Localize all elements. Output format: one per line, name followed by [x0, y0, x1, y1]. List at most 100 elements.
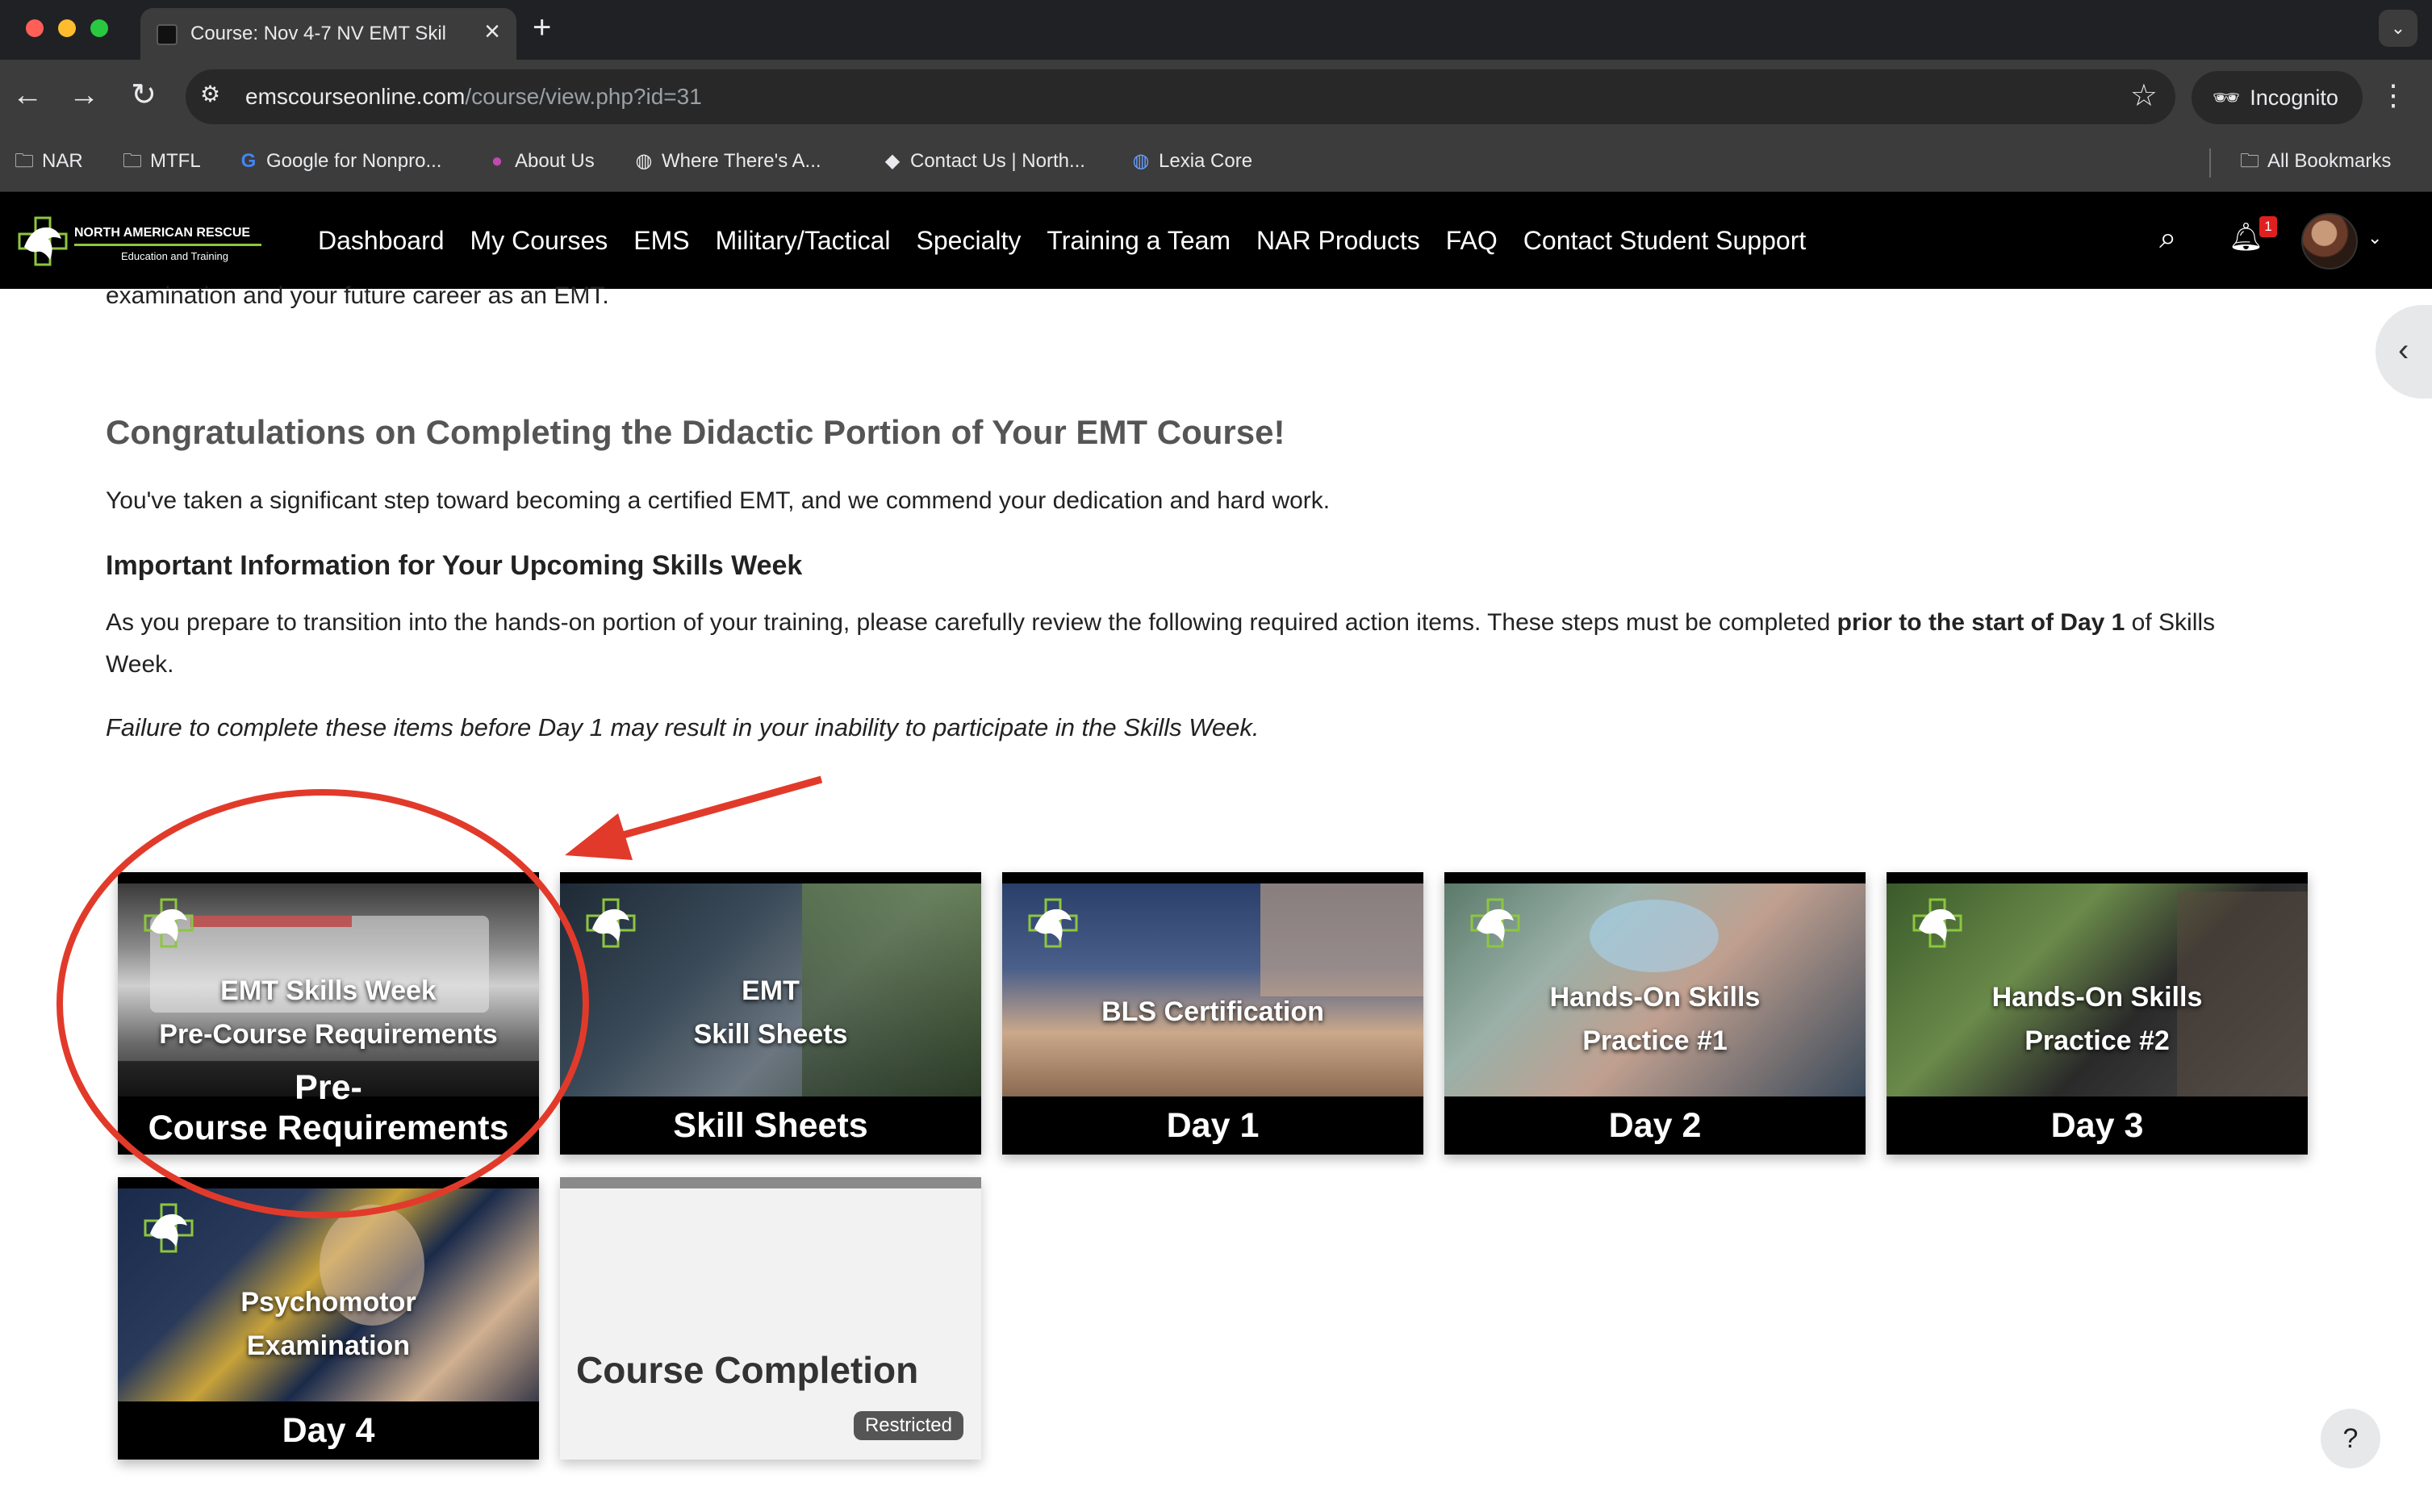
eagle-logo-icon — [586, 898, 636, 948]
tile-cap — [560, 1177, 981, 1188]
tile-cap — [560, 872, 981, 883]
tile-footer-label: Day 2 — [1608, 1106, 1702, 1145]
forward-arrow-icon[interactable]: → — [63, 74, 105, 116]
eagle-logo-icon — [144, 898, 194, 948]
tile-cap — [118, 1177, 539, 1188]
site-icon: ◆ — [884, 150, 901, 172]
congratulations-text: You've taken a significant step toward b… — [106, 487, 1331, 514]
tile-overlay-text: EMT Skills Week Pre-Course Requirements — [159, 975, 498, 1050]
nav-ems[interactable]: EMS — [633, 223, 689, 258]
nav-training-a-team[interactable]: Training a Team — [1047, 223, 1231, 258]
tile-overlay-text: Psychomotor Examination — [240, 1287, 416, 1361]
nav-military-tactical[interactable]: Military/Tactical — [716, 223, 891, 258]
tile-cap — [1444, 872, 1866, 883]
globe-icon: ◍ — [635, 150, 653, 172]
nav-faq[interactable]: FAQ — [1446, 223, 1498, 258]
browser-menu-icon[interactable]: ⋮ — [2379, 74, 2408, 116]
tile-footer-label: Pre- Course Requirements — [118, 1061, 539, 1155]
tile-cap — [1002, 872, 1423, 883]
site-icon: ● — [491, 150, 504, 172]
course-index-drawer-toggle[interactable]: ‹ — [2376, 305, 2432, 399]
window-zoom-button[interactable] — [90, 19, 108, 37]
bookmark-google-nonprofits[interactable]: G Google for Nonpro... — [237, 145, 442, 178]
restricted-badge: Restricted — [853, 1411, 963, 1440]
tab-search-chevron-icon[interactable]: ⌄ — [2379, 10, 2417, 47]
chevron-left-icon: ‹ — [2398, 332, 2409, 368]
nav-specialty[interactable]: Specialty — [917, 223, 1022, 258]
logo-subtitle: Education and Training — [121, 250, 228, 262]
nav-nar-products[interactable]: NAR Products — [1256, 223, 1420, 258]
folder-icon: 🗀 — [123, 150, 142, 172]
main-nav: Dashboard My Courses EMS Military/Tactic… — [318, 223, 1806, 258]
nav-contact-student-support[interactable]: Contact Student Support — [1523, 223, 1806, 258]
bookmark-about-us[interactable]: ● About Us — [486, 145, 595, 178]
bookmarks-bar: 🗀 NAR 🗀 MTFL G Google for Nonpro... ● About … — [0, 134, 2432, 192]
site-logo[interactable]: NORTH AMERICAN RESCUE Education and Trai… — [16, 215, 261, 268]
back-arrow-icon[interactable]: ← — [6, 74, 48, 116]
failure-warning: Failure to complete these items before D… — [106, 713, 1260, 741]
bookmark-where-theres[interactable]: ◍ Where There's A... — [633, 145, 821, 178]
tile-day-3[interactable]: Hands-On Skills Practice #2 Day 3 — [1887, 872, 2308, 1155]
google-icon: G — [240, 150, 257, 172]
search-icon[interactable]: ⌕ — [2159, 221, 2176, 256]
tile-pre-course-requirements[interactable]: EMT Skills Week Pre-Course Requirements P… — [118, 872, 539, 1155]
bookmark-nar[interactable]: 🗀 NAR — [13, 145, 83, 178]
intro-text-tail: examination and your future career as an… — [106, 282, 609, 309]
all-bookmarks[interactable]: 🗀 All Bookmarks — [2238, 145, 2391, 178]
eagle-logo-icon — [1470, 898, 1520, 948]
nav-dashboard[interactable]: Dashboard — [318, 223, 445, 258]
browser-toolbar: ← → ↻ ⚙ emscourseonline.com/course/view.… — [0, 60, 2432, 134]
tile-day-2[interactable]: Hands-On Skills Practice #1 Day 2 — [1444, 872, 1866, 1155]
user-avatar[interactable] — [2301, 213, 2358, 269]
tab-close-icon[interactable]: × — [484, 18, 500, 45]
tile-overlay-text: EMT Skill Sheets — [693, 975, 848, 1050]
eagle-logo-icon — [1028, 898, 1078, 948]
tile-title: Course Completion — [576, 1349, 919, 1391]
important-info-heading: Important Information for Your Upcoming … — [106, 550, 803, 581]
tile-course-completion[interactable]: Course Completion Restricted — [560, 1177, 981, 1460]
eagle-logo-icon — [1912, 898, 1962, 948]
reload-icon[interactable]: ↻ — [123, 74, 165, 116]
logo-divider — [74, 244, 261, 246]
tile-overlay-text: Hands-On Skills Practice #1 — [1549, 982, 1761, 1056]
globe-icon: ◍ — [1132, 150, 1150, 172]
site-navbar: NORTH AMERICAN RESCUE Education and Trai… — [0, 192, 2432, 289]
address-bar[interactable]: ⚙ emscourseonline.com/course/view.php?id… — [186, 69, 2175, 124]
tile-cap — [118, 872, 539, 883]
url-text[interactable]: emscourseonline.com/course/view.php?id=3… — [245, 84, 702, 110]
help-button[interactable]: ? — [2321, 1409, 2380, 1468]
folder-icon: 🗀 — [2240, 150, 2259, 172]
window-close-button[interactable] — [26, 19, 44, 37]
folder-icon: 🗀 — [15, 150, 34, 172]
notification-count-badge: 1 — [2259, 216, 2277, 237]
site-info-icon[interactable]: ⚙ — [200, 81, 220, 107]
bookmark-star-icon[interactable]: ☆ — [2130, 77, 2158, 114]
incognito-indicator[interactable]: 🕶 Incognito — [2192, 71, 2363, 124]
tile-footer-label: Day 4 — [282, 1411, 375, 1450]
tile-day-4[interactable]: Psychomotor Examination Day 4 — [118, 1177, 539, 1460]
bookmarks-divider — [2209, 148, 2211, 178]
bookmark-contact-us[interactable]: ◆ Contact Us | North... — [881, 145, 1085, 178]
tile-cap — [1887, 872, 2308, 883]
notification-bell-icon[interactable]: 🔔︎ — [2229, 221, 2263, 253]
incognito-icon: 🕶 — [2213, 86, 2241, 110]
annotation-arrow-shaft — [595, 775, 823, 846]
new-tab-button[interactable]: + — [533, 11, 551, 44]
tile-day-1[interactable]: BLS Certification Day 1 — [1002, 872, 1423, 1155]
tile-footer-label: Day 1 — [1166, 1106, 1260, 1145]
browser-tab-bar: Course: Nov 4-7 NV EMT Skil × + ⌄ — [0, 0, 2432, 60]
tab-title: Course: Nov 4-7 NV EMT Skil — [190, 23, 446, 44]
bookmark-mtfl[interactable]: 🗀 MTFL — [121, 145, 201, 178]
browser-tab-active[interactable]: Course: Nov 4-7 NV EMT Skil × — [140, 8, 516, 60]
logo-title: NORTH AMERICAN RESCUE — [74, 226, 251, 240]
window-minimize-button[interactable] — [58, 19, 76, 37]
eagle-logo-icon — [144, 1203, 194, 1253]
annotation-arrow-head — [565, 813, 633, 860]
user-menu-chevron-icon[interactable]: ⌄ — [2367, 228, 2382, 249]
tile-footer-label: Skill Sheets — [673, 1106, 868, 1145]
tile-skill-sheets[interactable]: EMT Skill Sheets Skill Sheets — [560, 872, 981, 1155]
prepare-paragraph: As you prepare to transition into the ha… — [106, 609, 2216, 678]
bookmark-lexia-core[interactable]: ◍ Lexia Core — [1130, 145, 1253, 178]
nav-my-courses[interactable]: My Courses — [470, 223, 608, 258]
site-favicon-icon — [157, 24, 178, 45]
